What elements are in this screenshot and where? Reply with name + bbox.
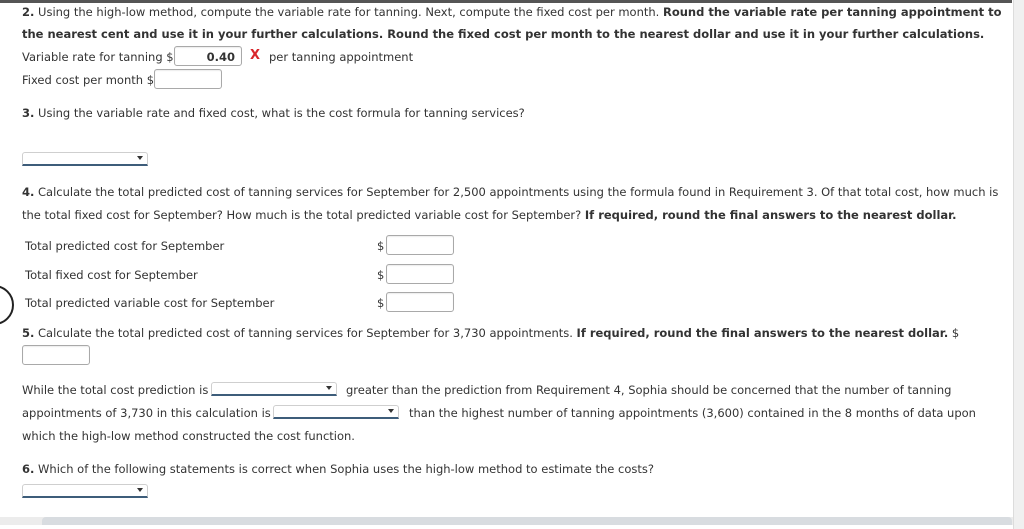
q5-total-cost-input[interactable] xyxy=(22,345,90,365)
q4-number: 4. xyxy=(22,185,35,199)
q5-number: 5. xyxy=(22,326,35,340)
cost-formula-select[interactable] xyxy=(22,152,148,166)
q4-question-cont: the total fixed cost for September? How … xyxy=(22,208,582,222)
total-fixed-cost-label: Total fixed cost for September xyxy=(25,268,198,282)
q3-question: Using the variable rate and fixed cost, … xyxy=(38,106,525,120)
q5-para-part5: which the high-low method constructed th… xyxy=(22,429,355,443)
appointments-range-select[interactable] xyxy=(273,405,399,419)
q5-para-part1: While the total cost prediction is xyxy=(22,383,209,397)
q2-rounding-note: Round the variable rate per tanning appo… xyxy=(662,5,1002,19)
total-fixed-cost-input[interactable] xyxy=(386,264,454,284)
total-predicted-cost-label: Total predicted cost for September xyxy=(25,239,225,253)
variable-rate-unit: per tanning appointment xyxy=(269,50,414,64)
q2-text-line2: the nearest cent and use it in your furt… xyxy=(22,27,985,41)
q3-number: 3. xyxy=(22,106,35,120)
q5-para-part2: greater than the prediction from Require… xyxy=(346,383,952,397)
q6-text: 6. Which of the following statements is … xyxy=(22,462,654,476)
q4-text-line2: the total fixed cost for September? How … xyxy=(22,208,957,222)
q4-rounding-note: If required, round the final answers to … xyxy=(584,208,957,222)
q4-text-line1: 4. Calculate the total predicted cost of… xyxy=(22,185,998,199)
total-predicted-cost-input[interactable] xyxy=(386,235,454,255)
q4-question: Calculate the total predicted cost of ta… xyxy=(38,185,999,199)
top-bar xyxy=(0,0,1012,3)
high-low-statement-select[interactable] xyxy=(22,484,148,498)
q5-rounding-note: If required, round the final answers to … xyxy=(576,326,949,340)
total-variable-cost-label: Total predicted variable cost for Septem… xyxy=(25,296,275,310)
chevron-down-icon xyxy=(137,156,143,160)
q2-instruction: Using the high-low method, compute the v… xyxy=(38,5,660,19)
chevron-down-icon xyxy=(137,488,143,492)
q6-question: Which of the following statements is cor… xyxy=(38,462,654,476)
q5-para-part4: than the highest number of tanning appoi… xyxy=(409,406,976,420)
variable-rate-input[interactable]: 0.40 xyxy=(174,46,242,66)
currency-symbol: $ xyxy=(377,296,385,310)
currency-symbol: $ xyxy=(951,326,960,340)
fixed-cost-input[interactable] xyxy=(154,69,222,89)
chevron-down-icon xyxy=(326,386,332,390)
variable-rate-label: Variable rate for tanning $ xyxy=(22,50,174,64)
vertical-scrollbar[interactable] xyxy=(1013,0,1024,529)
q5-text: 5. Calculate the total predicted cost of… xyxy=(22,326,959,340)
currency-symbol: $ xyxy=(377,268,385,282)
cost-prediction-comparison-select[interactable] xyxy=(211,382,337,396)
q6-number: 6. xyxy=(22,462,35,476)
q3-text: 3. Using the variable rate and fixed cos… xyxy=(22,106,525,120)
total-variable-cost-input[interactable] xyxy=(386,292,454,312)
incorrect-x-icon: X xyxy=(250,48,261,63)
horizontal-scrollbar-thumb[interactable] xyxy=(42,517,1012,525)
q2-number: 2. xyxy=(22,5,35,19)
fixed-cost-label: Fixed cost per month $ xyxy=(22,73,155,87)
chevron-down-icon xyxy=(388,409,394,413)
q2-text-line1: 2. Using the high-low method, compute th… xyxy=(22,5,1002,19)
q5-question: Calculate the total predicted cost of ta… xyxy=(38,326,573,340)
side-circle-indicator xyxy=(0,285,14,325)
currency-symbol: $ xyxy=(377,239,385,253)
q5-para-part3: appointments of 3,730 in this calculatio… xyxy=(22,406,271,420)
